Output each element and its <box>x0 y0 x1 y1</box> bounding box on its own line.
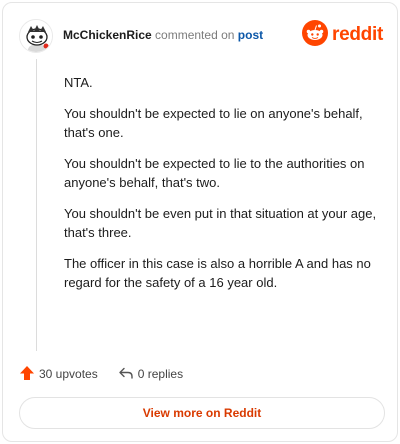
comment-header: McChickenRice commented on post reddit <box>19 17 383 57</box>
comment-paragraph: You shouldn't be expected to lie on anyo… <box>64 106 363 140</box>
replies-count: 0 replies <box>137 367 184 381</box>
commented-on-text: commented on <box>155 28 235 42</box>
snoo-avatar-icon[interactable] <box>19 19 53 53</box>
comment-body: NTA. You shouldn't be expected to lie on… <box>64 73 384 304</box>
comment-actions: 30 upvotes 0 replies <box>19 362 183 386</box>
comment-meta: McChickenRice commented on post <box>63 28 263 42</box>
username-link[interactable]: McChickenRice <box>63 28 152 42</box>
view-more-label: View more on Reddit <box>142 406 262 420</box>
upvote-button[interactable]: 30 upvotes <box>19 365 98 384</box>
reddit-brand[interactable]: reddit <box>302 19 383 51</box>
reddit-logo-icon <box>302 19 329 51</box>
view-more-button[interactable]: View more on Reddit <box>19 397 385 429</box>
comment-paragraph: You shouldn't be even put in that situat… <box>64 206 377 240</box>
reply-arrow-icon <box>118 365 134 384</box>
comment-embed-card: McChickenRice commented on post reddit N… <box>2 2 398 442</box>
upvote-arrow-icon <box>19 365 35 384</box>
upvotes-count: 30 upvotes <box>39 367 98 381</box>
replies-button[interactable]: 0 replies <box>118 365 183 384</box>
post-link[interactable]: post <box>238 28 263 42</box>
reddit-wordmark: reddit <box>332 24 383 45</box>
thread-line <box>36 59 37 351</box>
comment-paragraph: NTA. <box>64 75 93 90</box>
comment-paragraph: The officer in this case is also a horri… <box>64 256 371 290</box>
comment-paragraph: You shouldn't be expected to lie to the … <box>64 156 365 190</box>
